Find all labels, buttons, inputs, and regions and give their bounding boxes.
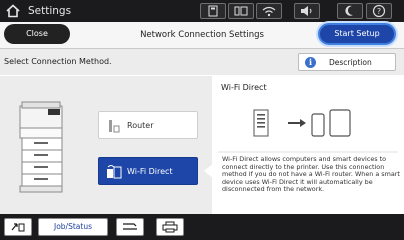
wifi-status-icon (256, 3, 282, 19)
wifi-direct-connect-icon (11, 223, 25, 232)
description-label: Description (329, 58, 372, 67)
detail-divider (218, 151, 398, 153)
printer-illustration (19, 101, 63, 193)
printer-icon (162, 221, 178, 233)
router-option[interactable]: Router (98, 111, 198, 139)
detail-description: Wi-Fi Direct allows computers and smart … (222, 155, 400, 194)
wifi-direct-connect-button[interactable] (4, 218, 32, 236)
home-icon[interactable] (6, 4, 20, 18)
wifi-direct-option[interactable]: Wi-Fi Direct (98, 157, 198, 185)
printer-button[interactable] (156, 218, 184, 236)
detail-title: Wi-Fi Direct (221, 83, 267, 92)
close-button[interactable]: Close (4, 24, 70, 44)
volume-icon[interactable] (294, 3, 320, 19)
start-setup-button[interactable]: Start Setup (318, 23, 396, 45)
memory-card-icon (200, 3, 226, 19)
instruction-label: Select Connection Method. (4, 57, 112, 66)
stop-icon (123, 223, 137, 230)
sleep-icon[interactable] (337, 3, 363, 19)
description-button[interactable]: i Description (298, 53, 396, 71)
help-icon[interactable]: ? (366, 3, 392, 19)
info-icon: i (305, 57, 316, 68)
svg-text:?: ? (377, 7, 381, 16)
wifi-direct-diagram (253, 109, 351, 137)
page-title: Network Connection Settings (140, 30, 264, 40)
ethernet-status-icon (228, 3, 254, 19)
wifi-direct-label: Wi-Fi Direct (127, 167, 173, 176)
router-label: Router (127, 121, 154, 130)
router-icon (109, 120, 120, 133)
job-status-button[interactable]: Job/Status (38, 218, 108, 236)
wifi-direct-icon (107, 165, 122, 179)
app-title: Settings (28, 5, 72, 17)
stop-button[interactable] (116, 218, 144, 236)
